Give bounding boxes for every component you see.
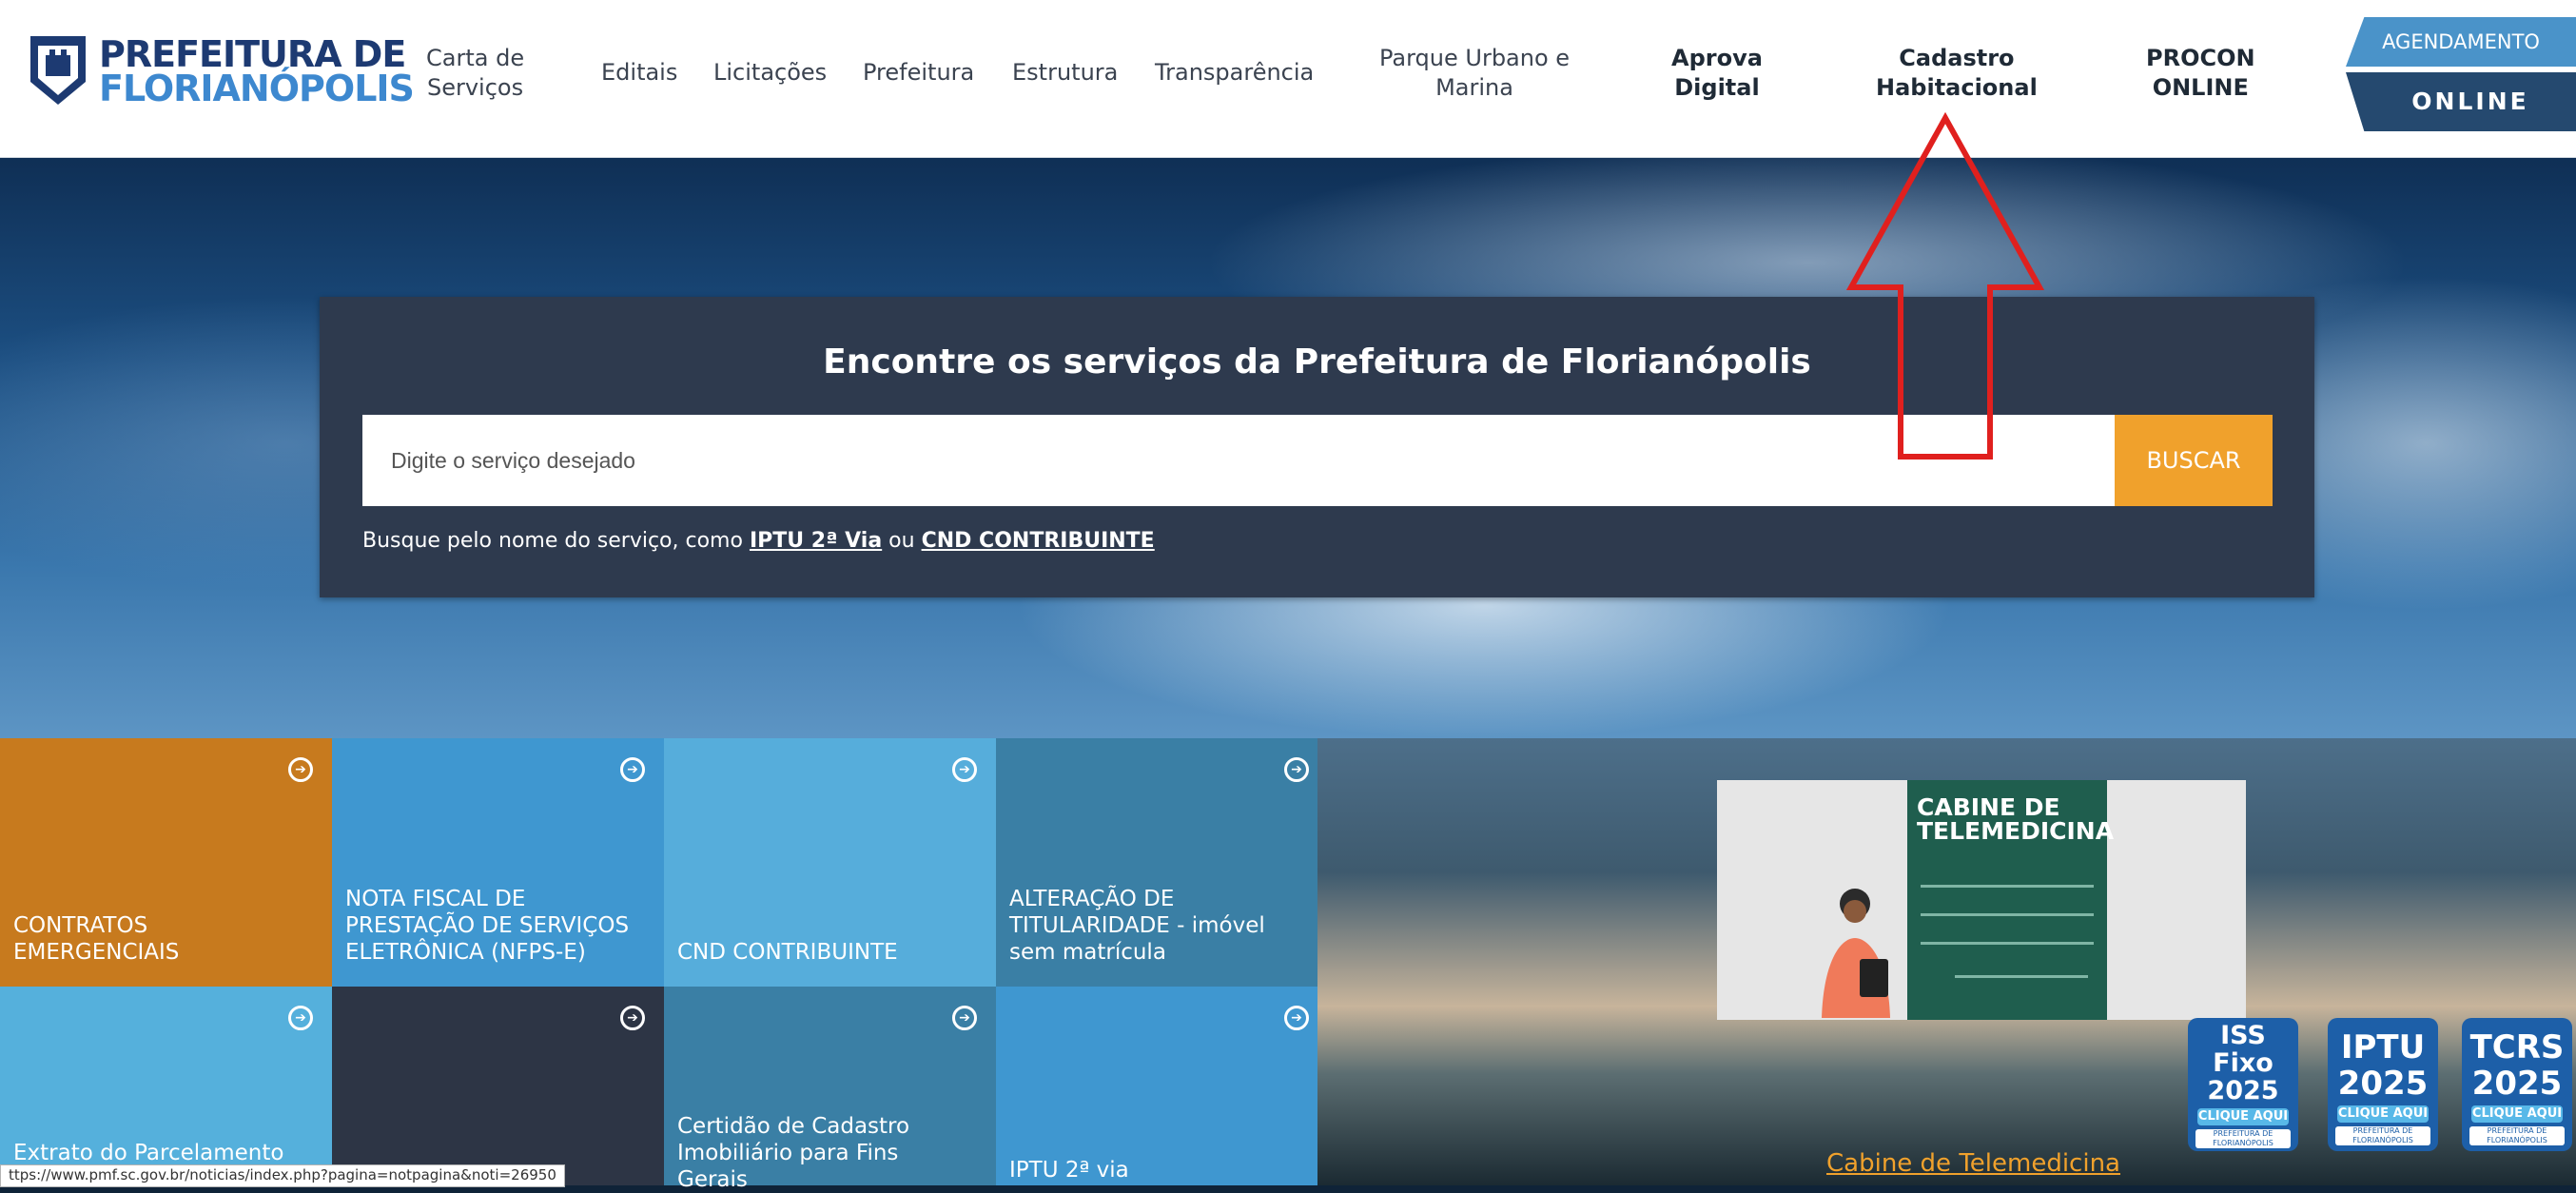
badge-cta: CLIQUE AQUI: [2337, 1105, 2429, 1123]
nav-label: Parque Urbano e: [1379, 45, 1571, 71]
nav-aprova-digital[interactable]: Aprova Digital: [1671, 44, 1763, 103]
nav-label: PROCON: [2146, 45, 2255, 71]
badge-text: IPTU: [2340, 1028, 2426, 1066]
city-coat-of-arms-icon: [30, 36, 86, 105]
nav-estrutura[interactable]: Estrutura: [1012, 58, 1118, 88]
arrow-right-circle-icon: ➔: [620, 757, 645, 782]
tile-contratos-emergenciais[interactable]: ➔ CONTRATOS EMERGENCIAIS: [0, 738, 332, 987]
tile-label: Extrato do Parcelamento: [13, 1141, 284, 1165]
tile-iptu-2-via[interactable]: ➔ IPTU 2ª via: [996, 987, 1328, 1185]
tile-cnd-contribuinte[interactable]: ➔ CND CONTRIBUINTE: [664, 738, 996, 987]
promo-title: CABINE DE TELEMEDICINA: [1917, 793, 2115, 845]
nav-carta-de-servicos[interactable]: Carta de Serviços: [426, 44, 524, 103]
badge-text: TCRS: [2469, 1028, 2565, 1066]
agendamento-online-button[interactable]: AGENDAMENTO ONLINE: [2346, 17, 2576, 131]
tile-label: IPTU 2ª via: [1009, 1158, 1129, 1183]
arrow-right-circle-icon: ➔: [1284, 1006, 1309, 1030]
tile-label: NOTA FISCAL DE PRESTAÇÃO DE SERVIÇOS ELE…: [345, 887, 630, 965]
badge-iss-fixo-2025[interactable]: ISS Fixo 2025 CLIQUE AQUI PREFEITURA DE …: [2188, 1018, 2298, 1151]
nav-editais[interactable]: Editais: [601, 58, 677, 88]
red-up-arrow-annotation: [1845, 112, 2045, 460]
badge-footer: PREFEITURA DE FLORIANÓPOLIS: [2195, 1129, 2291, 1148]
tile-extrato-parcelamento[interactable]: ➔ Extrato do Parcelamento: [0, 987, 332, 1185]
nav-label: Licitações: [713, 59, 828, 86]
arrow-right-circle-icon: ➔: [288, 757, 313, 782]
arrow-right-circle-icon: ➔: [1284, 757, 1309, 782]
badge-footer: PREFEITURA DE FLORIANÓPOLIS: [2469, 1126, 2565, 1145]
nav-label: Digital: [1674, 74, 1760, 101]
nav-label: Habitacional: [1876, 74, 2038, 101]
browser-status-url: ttps://www.pmf.sc.gov.br/noticias/index.…: [0, 1164, 565, 1187]
badge-tcrs-2025[interactable]: TCRS 2025 CLIQUE AQUI PREFEITURA DE FLOR…: [2462, 1018, 2572, 1151]
badge-iptu-2025[interactable]: IPTU 2025 CLIQUE AQUI PREFEITURA DE FLOR…: [2328, 1018, 2438, 1151]
tile-label: CND CONTRIBUINTE: [677, 940, 898, 965]
tile-label: Certidão de Cadastro Imobiliário para Fi…: [677, 1114, 910, 1192]
badge-text: ISS: [2220, 1021, 2266, 1050]
hint-text: ou: [882, 529, 922, 553]
tile-label: ALTERAÇÃO DE TITULARIDADE - imóvel sem m…: [1009, 887, 1265, 965]
arrow-right-circle-icon: ➔: [620, 1006, 645, 1030]
badge-text: Fixo: [2213, 1048, 2274, 1078]
cabine-telemedicina-link[interactable]: Cabine de Telemedicina: [1826, 1149, 2120, 1178]
nav-label: Editais: [601, 59, 678, 86]
hint-text: Busque pelo nome do serviço, como: [362, 529, 750, 553]
badge-text: 2025: [2207, 1076, 2279, 1105]
nav-licitacoes[interactable]: Licitações: [713, 58, 827, 88]
nav-procon-online[interactable]: PROCON ONLINE: [2146, 44, 2255, 103]
nav-label: ONLINE: [2152, 74, 2249, 101]
nav-prefeitura[interactable]: Prefeitura: [863, 58, 974, 88]
site-header: PREFEITURA DE FLORIANÓPOLIS Carta de Ser…: [0, 0, 2576, 158]
nav-transparencia[interactable]: Transparência: [1155, 58, 1314, 88]
arrow-right-circle-icon: ➔: [952, 1006, 977, 1030]
promo-text-line: [1921, 942, 2094, 945]
promo-text-line: [1921, 913, 2094, 916]
hint-link-iptu[interactable]: IPTU 2ª Via: [750, 529, 882, 553]
agendamento-label: AGENDAMENTO: [2346, 17, 2576, 67]
agendamento-online-label: ONLINE: [2346, 72, 2576, 131]
tile-label: CONTRATOS EMERGENCIAIS: [13, 913, 180, 965]
tile-nota-fiscal-nfps-e[interactable]: ➔ NOTA FISCAL DE PRESTAÇÃO DE SERVIÇOS E…: [332, 738, 664, 987]
search-hint: Busque pelo nome do serviço, como IPTU 2…: [362, 529, 1155, 553]
logo-line-2: FLORIANÓPOLIS: [99, 68, 415, 109]
tile-alteracao-titularidade[interactable]: ➔ ALTERAÇÃO DE TITULARIDADE - imóvel sem…: [996, 738, 1328, 987]
telemedicina-poster: CABINE DE TELEMEDICINA: [1907, 780, 2115, 1020]
badge-footer: PREFEITURA DE FLORIANÓPOLIS: [2335, 1126, 2430, 1145]
nav-cadastro-habitacional[interactable]: Cadastro Habitacional: [1876, 44, 2038, 103]
nav-label: Estrutura: [1012, 59, 1119, 86]
nav-label: Prefeitura: [863, 59, 975, 86]
hint-link-cnd[interactable]: CND CONTRIBUINTE: [922, 529, 1155, 553]
promo-text-line: [1921, 885, 2094, 888]
nav-label: Marina: [1435, 74, 1513, 101]
person-with-tablet-illustration: [1822, 889, 1890, 1018]
nav-label: Serviços: [426, 74, 524, 101]
promo-text-line: [1955, 975, 2088, 978]
nav-label: Transparência: [1155, 59, 1315, 86]
telemedicina-promo-banner[interactable]: CABINE DE TELEMEDICINA: [1717, 780, 2246, 1020]
badge-cta: CLIQUE AQUI: [2471, 1105, 2563, 1123]
nav-label: Cadastro: [1899, 45, 2015, 71]
badge-cta: CLIQUE AQUI: [2197, 1108, 2289, 1125]
arrow-right-circle-icon: ➔: [288, 1006, 313, 1030]
arrow-right-circle-icon: ➔: [952, 757, 977, 782]
nav-label: Aprova: [1671, 45, 1763, 71]
nav-parque-urbano-marina[interactable]: Parque Urbano e Marina: [1379, 44, 1570, 103]
search-button[interactable]: BUSCAR: [2115, 415, 2273, 506]
site-logo[interactable]: PREFEITURA DE FLORIANÓPOLIS: [27, 32, 415, 116]
tile-certidao-cadastro-imobiliario[interactable]: ➔ Certidão de Cadastro Imobiliário para …: [664, 987, 996, 1192]
badge-text: 2025: [2337, 1065, 2429, 1103]
badge-text: 2025: [2471, 1065, 2563, 1103]
tile-dark[interactable]: ➔: [332, 987, 664, 1185]
nav-label: Carta de: [426, 45, 525, 71]
